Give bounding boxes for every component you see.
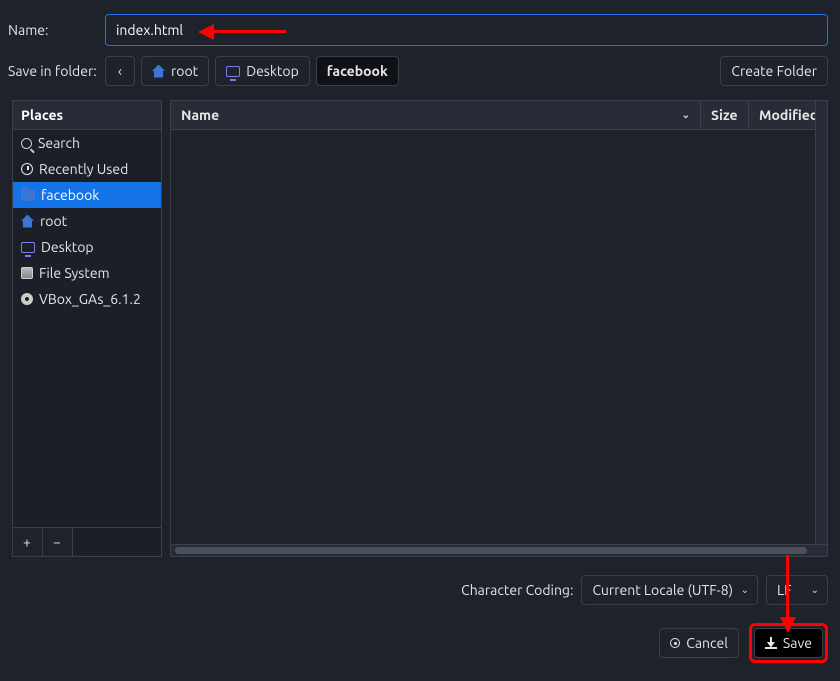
dialog-actions: Cancel Save <box>0 605 840 663</box>
cancel-icon <box>670 638 680 648</box>
column-size[interactable]: Size <box>701 101 749 129</box>
button-label: Save <box>783 635 812 651</box>
download-icon <box>765 637 777 649</box>
chevron-down-icon: ⌄ <box>741 584 749 596</box>
encoding-select[interactable]: Current Locale (UTF-8) ⌄ <box>581 575 758 605</box>
places-item-recent[interactable]: Recently Used <box>13 156 161 182</box>
places-item-root[interactable]: root <box>13 208 161 234</box>
breadcrumb-root[interactable]: root <box>141 56 209 86</box>
places-item-label: facebook <box>41 187 99 203</box>
monitor-icon <box>21 242 35 253</box>
sort-caret-icon: ⌄ <box>682 109 690 121</box>
places-item-filesystem[interactable]: File System <box>13 260 161 286</box>
cancel-button[interactable]: Cancel <box>659 628 739 658</box>
filename-row: Name: <box>0 0 840 56</box>
breadcrumb-back-button[interactable]: ‹ <box>105 56 135 86</box>
monitor-icon <box>226 66 240 77</box>
places-panel: Places Search Recently Used facebook roo… <box>12 100 162 557</box>
breadcrumb-label: root <box>171 63 198 79</box>
encoding-row: Character Coding: Current Locale (UTF-8)… <box>0 557 840 605</box>
encoding-value: Current Locale (UTF-8) <box>592 582 733 598</box>
horizontal-scrollbar[interactable] <box>171 544 827 556</box>
folder-icon <box>21 190 35 201</box>
places-header: Places <box>13 101 161 130</box>
file-list-body[interactable] <box>171 130 827 544</box>
location-label: Save in folder: <box>0 63 105 79</box>
breadcrumb: ‹ root Desktop facebook <box>105 56 399 86</box>
drive-icon <box>21 267 33 279</box>
file-chooser-body: Places Search Recently Used facebook roo… <box>0 100 840 557</box>
places-item-label: Search <box>38 135 80 151</box>
places-remove-button[interactable]: − <box>43 528 73 556</box>
places-list: Search Recently Used facebook root Deskt… <box>13 130 161 527</box>
annotation-save-highlight: Save <box>749 623 828 663</box>
breadcrumb-desktop[interactable]: Desktop <box>215 56 310 86</box>
places-item-label: VBox_GAs_6.1.2 <box>39 291 141 307</box>
places-item-label: Desktop <box>41 239 94 255</box>
home-icon <box>21 215 34 228</box>
disc-icon <box>21 293 33 305</box>
breadcrumb-label: facebook <box>327 63 388 79</box>
line-ending-value: LF <box>777 582 792 598</box>
filename-input[interactable] <box>105 14 828 46</box>
places-add-button[interactable]: + <box>13 528 43 556</box>
places-actions: + − <box>13 527 161 556</box>
places-item-desktop[interactable]: Desktop <box>13 234 161 260</box>
button-label: Cancel <box>686 635 728 651</box>
chevron-down-icon: ⌄ <box>811 584 819 596</box>
create-folder-button[interactable]: Create Folder <box>720 56 828 86</box>
places-item-label: Recently Used <box>39 161 128 177</box>
places-item-label: root <box>40 213 67 229</box>
save-button[interactable]: Save <box>754 628 823 658</box>
column-name[interactable]: Name ⌄ <box>171 101 701 129</box>
breadcrumb-current[interactable]: facebook <box>316 56 399 86</box>
location-row: Save in folder: ‹ root Desktop facebook … <box>0 56 840 100</box>
line-ending-select[interactable]: LF ⌄ <box>766 575 828 605</box>
file-list-panel: Name⌄ Size Modified <box>170 100 828 557</box>
encoding-label: Character Coding: <box>461 582 573 598</box>
clock-icon <box>21 163 33 175</box>
column-label: Name <box>181 107 219 123</box>
breadcrumb-label: Desktop <box>246 63 299 79</box>
places-item-search[interactable]: Search <box>13 130 161 156</box>
places-item-vbox[interactable]: VBox_GAs_6.1.2 <box>13 286 161 312</box>
file-list-header: Name⌄ Size Modified <box>171 101 827 130</box>
vertical-scrollbar[interactable] <box>815 101 827 544</box>
filename-label: Name: <box>0 22 105 38</box>
search-icon <box>21 138 32 149</box>
places-item-label: File System <box>39 265 110 281</box>
scrollbar-thumb[interactable] <box>175 547 807 554</box>
home-icon <box>152 65 165 78</box>
chevron-left-icon: ‹ <box>118 63 122 79</box>
places-item-facebook[interactable]: facebook <box>13 182 161 208</box>
